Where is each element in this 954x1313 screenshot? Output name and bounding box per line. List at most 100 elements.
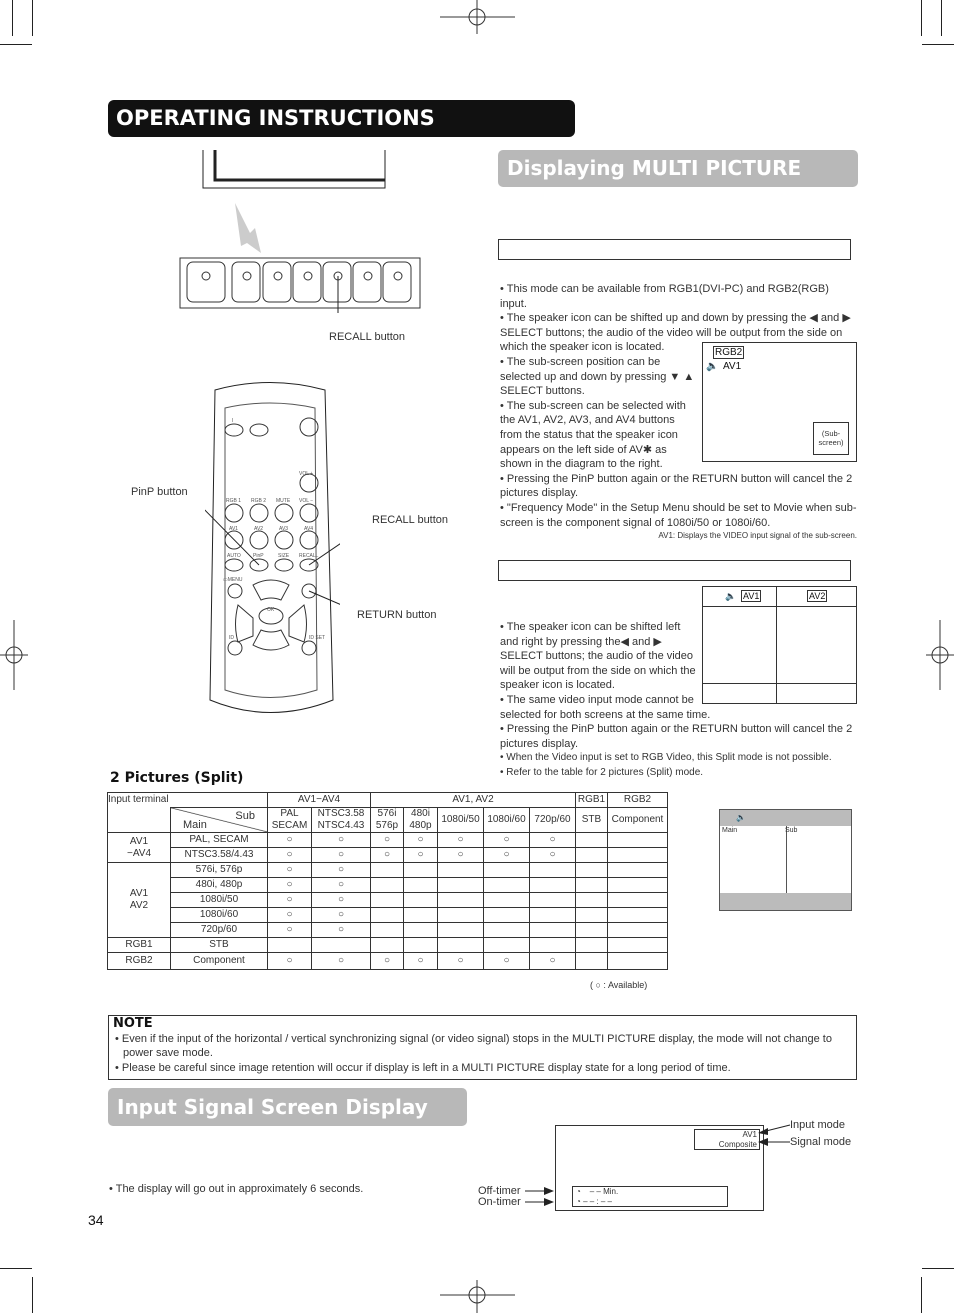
monitor-illustration [179, 150, 421, 313]
row-label: 720p/60 [170, 922, 268, 938]
column-header: PAL SECAM [267, 807, 312, 833]
remote-key-ok: OK [267, 607, 275, 613]
note-item: • Even if the input of the horizontal / … [115, 1032, 832, 1060]
available-mark: ○ [267, 832, 312, 848]
bullet-text: Pressing the PinP button again or the RE… [500, 723, 853, 750]
bullet-text: When the Video input is set to RGB Video… [506, 752, 832, 764]
available-mark: ○ [267, 907, 312, 923]
bullet-text: This mode can be available from RGB1(DVI… [500, 283, 829, 310]
remote-key-size: SIZE [278, 553, 290, 559]
sub-header: Sub [235, 810, 255, 822]
remote-key-av1: AV1 [229, 526, 238, 532]
callout-arrows [525, 1124, 791, 1206]
empty-cell [403, 892, 438, 908]
speaker-icon: 🔈 [725, 591, 737, 601]
available-mark: ○ [437, 847, 484, 863]
recall-button-label-top: RECALL button [329, 331, 406, 343]
available-mark: ○ [267, 952, 312, 970]
bullet-text: The same video input mode cannot be sele… [500, 693, 711, 721]
bullet: • Refer to the table for 2 pictures (Spl… [500, 766, 704, 778]
empty-cell [370, 907, 404, 923]
remote-key-mute: MUTE [276, 498, 291, 504]
table-row: 1080i/60 ○ ○ [108, 907, 668, 923]
main-sub-diagonal-header: Sub Main [170, 807, 268, 833]
empty-cell [607, 922, 668, 938]
crop-mark [922, 1268, 954, 1269]
mode-title-box-1 [498, 239, 851, 260]
registration-mark [440, 1280, 515, 1313]
note-text: Please be careful since image retention … [121, 1061, 731, 1074]
available-mark: ○ [311, 892, 371, 908]
empty-cell [483, 922, 530, 938]
empty-cell [575, 937, 608, 953]
remote-key-id: ID [229, 635, 234, 641]
column-header: NTSC3.58 NTSC4.43 [311, 807, 371, 833]
mode-title-box-2 [498, 560, 851, 581]
main-header: Main [183, 819, 207, 831]
signal-mode-label: Signal mode [790, 1136, 852, 1148]
note-box: NOTE • Even if the input of the horizont… [108, 1015, 857, 1080]
recall-button-label: RECALL button [372, 514, 449, 526]
available-mark: ○ [529, 952, 576, 970]
available-mark: ○ [529, 847, 576, 863]
crop-mark [921, 1277, 922, 1313]
bullet-text: The sub-screen can be selected with the … [500, 399, 686, 471]
empty-cell [370, 877, 404, 893]
remote-key-menu: ▭MENU [223, 577, 243, 583]
split-diagram: 🔈 AV1 AV2 [702, 586, 857, 704]
row-group: AV1 AV2 [107, 862, 171, 938]
empty-cell [483, 877, 530, 893]
available-mark: ○ [311, 832, 371, 848]
row-label: Component [170, 952, 268, 970]
split-compatibility-table: Input terminal AV1−AV4 AV1, AV2 RGB1 RGB… [107, 792, 668, 970]
available-mark: ○ [483, 952, 530, 970]
row-group: RGB2 [107, 952, 171, 970]
note-text: Even if the input of the horizontal / ve… [121, 1032, 832, 1060]
column-header: 576i 576p [370, 807, 404, 833]
remote-key-pinp: PinP [253, 553, 264, 559]
empty-cell [483, 907, 530, 923]
table-row: RGB2 Component ○ ○ ○ ○ ○ ○ ○ [107, 952, 668, 970]
note-title: NOTE [113, 1016, 153, 1031]
available-mark: ○ [370, 832, 404, 848]
return-button-label: RETURN button [357, 609, 437, 621]
empty-cell [437, 877, 484, 893]
available-mark: ○ [403, 952, 438, 970]
empty-cell [403, 877, 438, 893]
row-group: AV1 −AV4 [107, 832, 171, 863]
pinp-button-label: PinP button [131, 486, 188, 498]
speaker-icon: 🔈 [706, 361, 719, 372]
available-mark: ○ [267, 877, 312, 893]
column-header: 1080i/50 [437, 807, 484, 833]
empty-cell [403, 922, 438, 938]
column-header: 480i 480p [403, 807, 438, 833]
empty-cell [437, 937, 484, 953]
empty-cell [437, 922, 484, 938]
sub-screen-box: (Sub-screen) [813, 422, 849, 455]
registration-mark [926, 620, 954, 690]
empty-cell [403, 907, 438, 923]
available-mark: ○ [437, 832, 484, 848]
empty-cell [370, 937, 404, 953]
note-item: • Please be careful since image retentio… [115, 1061, 731, 1074]
remote-control-illustration: I VOL + VOL − RGB 1 RGB 2 MUTE AV1 AV2 A… [205, 382, 340, 713]
registration-mark [0, 620, 28, 690]
on-timer-label: On-timer [478, 1196, 521, 1208]
available-mark: ○ [311, 847, 371, 863]
empty-cell [575, 952, 608, 970]
group-header: RGB1 [575, 792, 608, 808]
remote-key-input: I [232, 418, 233, 424]
empty-cell [607, 907, 668, 923]
crop-mark [32, 0, 33, 36]
available-mark: ○ [267, 922, 312, 938]
available-mark: ○ [529, 832, 576, 848]
crop-mark [922, 44, 954, 45]
available-mark: ○ [370, 847, 404, 863]
bullet-text: The sub-screen position can be selected … [500, 355, 695, 398]
bullet: • "Frequency Mode" in the Setup Menu sho… [500, 501, 857, 529]
remote-key-rgb1: RGB 1 [226, 498, 241, 504]
manual-page: OPERATING INSTRUCTIONS (continued) RECAL… [0, 0, 954, 1313]
available-mark: ○ [370, 952, 404, 970]
available-mark: ○ [311, 922, 371, 938]
pinp-diagram: RGB2 🔈 AV1 (Sub-screen) [702, 342, 857, 462]
